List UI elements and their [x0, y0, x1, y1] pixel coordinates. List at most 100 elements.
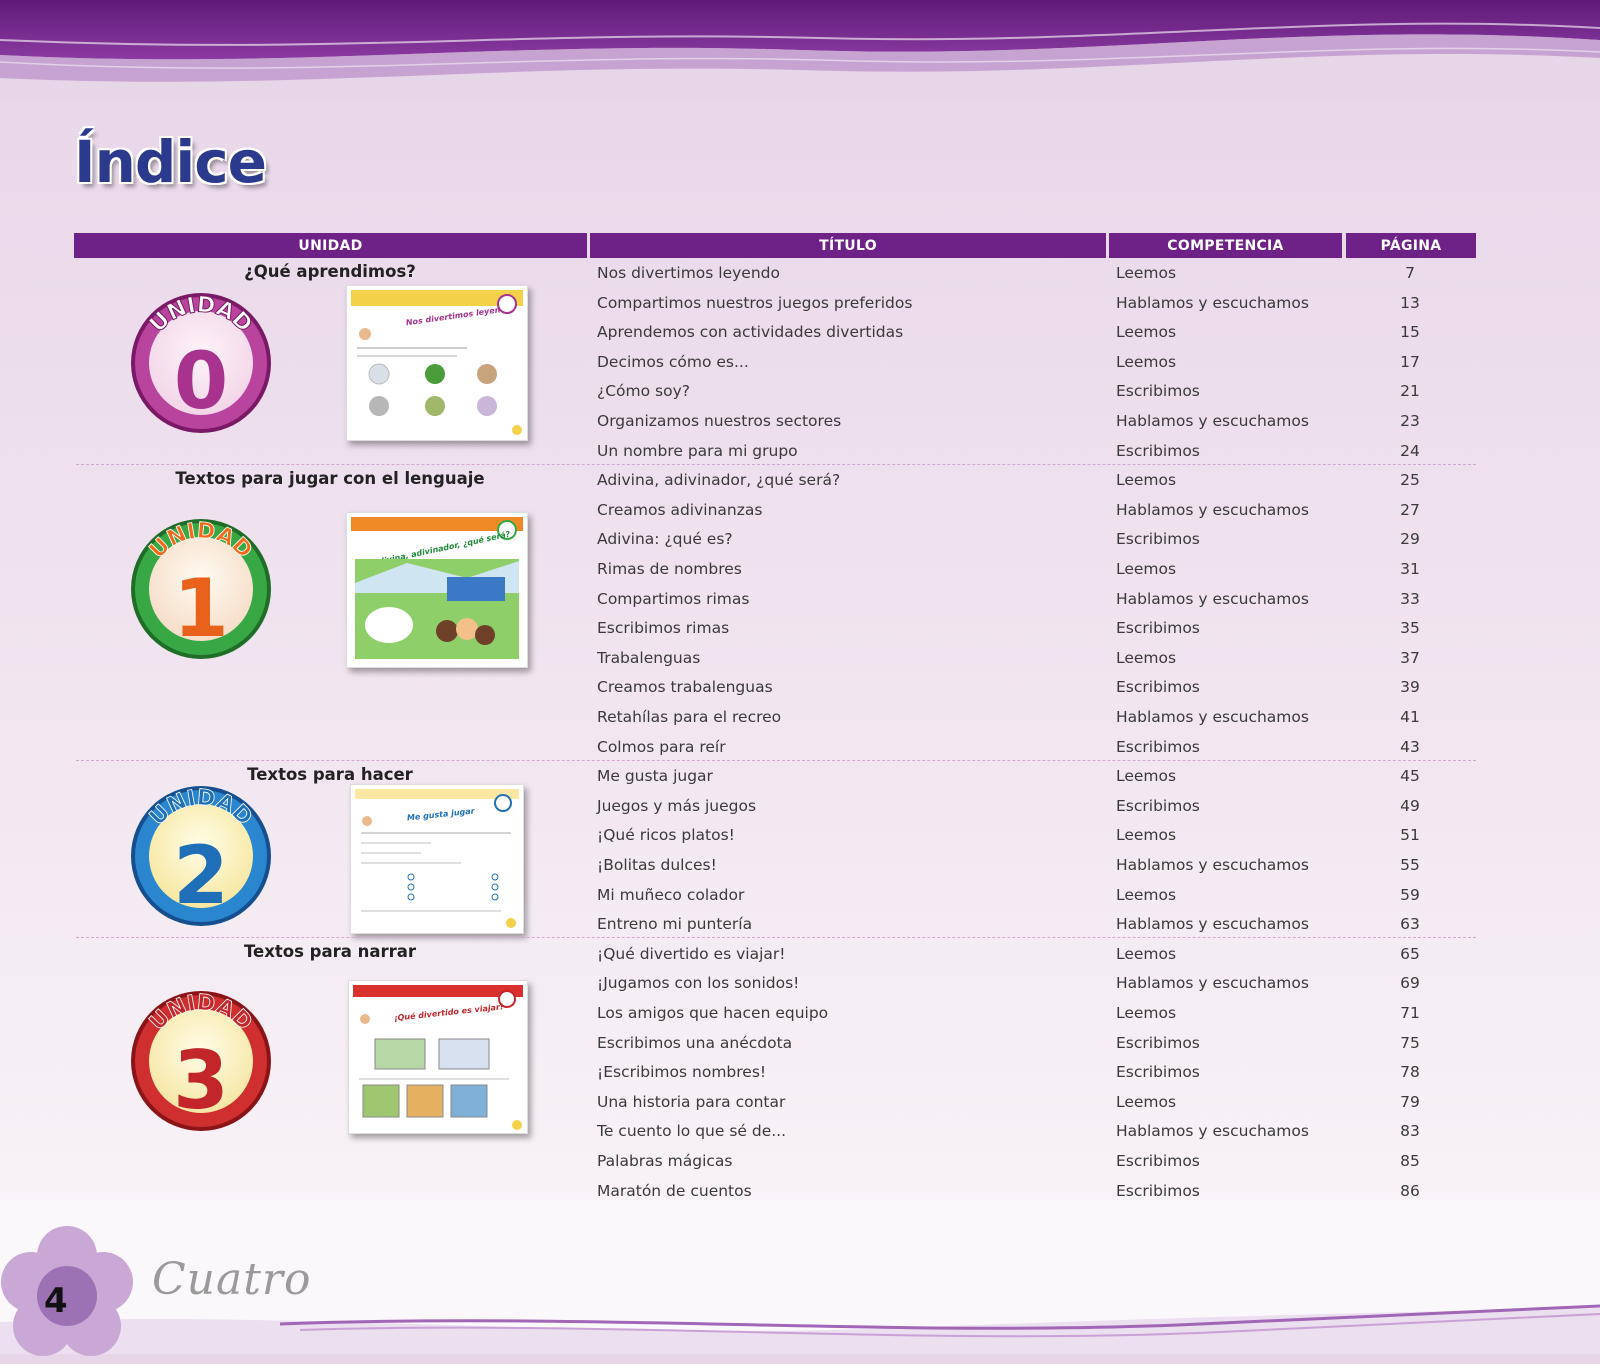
- row-pagina: 45: [1400, 767, 1420, 785]
- row-title: Trabalenguas: [597, 649, 701, 667]
- row-competencia: Hablamos y escuchamos: [1116, 708, 1309, 726]
- row-pagina: 39: [1400, 678, 1420, 696]
- row-title: Mi muñeco colador: [597, 886, 745, 904]
- row-competencia: Leemos: [1116, 353, 1177, 371]
- row-title: Compartimos nuestros juegos preferidos: [597, 294, 913, 312]
- row-competencia: Escribimos: [1116, 1063, 1200, 1081]
- row-title: Te cuento lo que sé de...: [597, 1122, 787, 1140]
- row-title: Entreno mi puntería: [597, 915, 753, 933]
- row-competencia: Hablamos y escuchamos: [1116, 915, 1309, 933]
- row-pagina: 7: [1405, 264, 1415, 282]
- row-title: ¡Jugamos con los sonidos!: [597, 974, 800, 992]
- row-competencia: Escribimos: [1116, 619, 1200, 637]
- row-competencia: Escribimos: [1116, 797, 1200, 815]
- row-title: Una historia para contar: [597, 1093, 786, 1111]
- row-title: ¡Escribimos nombres!: [597, 1063, 767, 1081]
- row-competencia: Leemos: [1116, 649, 1177, 667]
- row-competencia: Escribimos: [1116, 738, 1200, 756]
- row-competencia: Hablamos y escuchamos: [1116, 501, 1309, 519]
- row-pagina: 71: [1400, 1004, 1420, 1022]
- row-competencia: Leemos: [1116, 323, 1177, 341]
- row-competencia: Hablamos y escuchamos: [1116, 412, 1309, 430]
- row-competencia: Hablamos y escuchamos: [1116, 590, 1309, 608]
- row-pagina: 75: [1400, 1034, 1420, 1052]
- unit-badge-number: 1: [173, 562, 229, 655]
- row-pagina: 78: [1400, 1063, 1420, 1081]
- thumbnail-illustration: Me gusta jugar: [351, 785, 523, 933]
- row-title: Palabras mágicas: [597, 1152, 733, 1170]
- unit-badge-number: 3: [173, 1034, 229, 1127]
- row-competencia: Leemos: [1116, 767, 1177, 785]
- unit-1-badge: UNIDAD 1: [131, 518, 271, 659]
- unit-separator: [76, 464, 1476, 465]
- row-pagina: 15: [1400, 323, 1420, 341]
- row-competencia: Escribimos: [1116, 1034, 1200, 1052]
- row-pagina: 21: [1400, 382, 1420, 400]
- flower-icon: [1, 1226, 133, 1356]
- row-pagina: 43: [1400, 738, 1420, 756]
- row-pagina: 25: [1400, 471, 1420, 489]
- column-header-competencia: COMPETENCIA: [1109, 233, 1342, 258]
- row-title: Me gusta jugar: [597, 767, 713, 785]
- row-pagina: 85: [1400, 1152, 1420, 1170]
- row-pagina: 86: [1400, 1182, 1420, 1200]
- row-pagina: 33: [1400, 590, 1420, 608]
- column-header-titulo: TÍTULO: [590, 233, 1106, 258]
- unit-2-page-thumbnail: Me gusta jugar: [350, 784, 524, 934]
- row-title: Creamos trabalenguas: [597, 678, 773, 696]
- row-pagina: 31: [1400, 560, 1420, 578]
- page-number-word: Cuatro: [152, 1254, 312, 1305]
- row-title: Organizamos nuestros sectores: [597, 412, 842, 430]
- row-title: Un nombre para mi grupo: [597, 442, 798, 460]
- row-title: ¡Qué divertido es viajar!: [597, 945, 786, 963]
- row-competencia: Leemos: [1116, 945, 1177, 963]
- row-pagina: 63: [1400, 915, 1420, 933]
- row-title: Rimas de nombres: [597, 560, 742, 578]
- row-pagina: 17: [1400, 353, 1420, 371]
- row-title: ¡Bolitas dulces!: [597, 856, 717, 874]
- row-competencia: Escribimos: [1116, 1152, 1200, 1170]
- unit-3-page-thumbnail: ¡Qué divertido es viajar!: [348, 980, 528, 1134]
- row-pagina: 49: [1400, 797, 1420, 815]
- row-competencia: Escribimos: [1116, 530, 1200, 548]
- thumbnail-illustration: ¡Qué divertido es viajar!: [349, 981, 527, 1133]
- row-pagina: 55: [1400, 856, 1420, 874]
- unit-3-badge: UNIDAD 3: [131, 990, 271, 1131]
- row-competencia: Leemos: [1116, 560, 1177, 578]
- top-wave-banner: [0, 0, 1600, 100]
- row-pagina: 69: [1400, 974, 1420, 992]
- row-title: Escribimos una anécdota: [597, 1034, 793, 1052]
- thumbnail-illustration: Nos divertimos leyendo: [347, 286, 527, 440]
- column-header-pagina: PÁGINA: [1346, 233, 1476, 258]
- row-pagina: 29: [1400, 530, 1420, 548]
- unit-2-title: Textos para hacer: [247, 765, 413, 784]
- row-competencia: Leemos: [1116, 826, 1177, 844]
- row-title: Colmos para reír: [597, 738, 726, 756]
- unit-separator: [76, 760, 1476, 761]
- row-title: Escribimos rimas: [597, 619, 730, 637]
- row-title: Compartimos rimas: [597, 590, 750, 608]
- row-title: Juegos y más juegos: [597, 797, 757, 815]
- row-pagina: 37: [1400, 649, 1420, 667]
- unit-1-title: Textos para jugar con el lenguaje: [175, 469, 485, 488]
- row-competencia: Hablamos y escuchamos: [1116, 1122, 1309, 1140]
- unit-badge-number: 0: [174, 337, 228, 427]
- row-competencia: Leemos: [1116, 886, 1177, 904]
- row-competencia: Hablamos y escuchamos: [1116, 294, 1309, 312]
- unit-3-title: Textos para narrar: [243, 942, 417, 961]
- row-competencia: Leemos: [1116, 1004, 1177, 1022]
- page-number: 4: [44, 1281, 68, 1321]
- row-pagina: 65: [1400, 945, 1420, 963]
- row-title: Retahílas para el recreo: [597, 708, 782, 726]
- row-title: Creamos adivinanzas: [597, 501, 763, 519]
- row-pagina: 51: [1400, 826, 1420, 844]
- row-competencia: Leemos: [1116, 1093, 1177, 1111]
- unit-badge-number: 2: [173, 829, 229, 922]
- unit-1-page-thumbnail: Adivina, adivinador, ¿qué será?: [346, 512, 528, 668]
- row-title: Adivina, adivinador, ¿qué será?: [597, 471, 841, 489]
- unit-2-badge: UNIDAD 2: [131, 785, 271, 926]
- row-pagina: 59: [1400, 886, 1420, 904]
- row-pagina: 79: [1400, 1093, 1420, 1111]
- page-title: Índice: [74, 128, 267, 196]
- row-pagina: 24: [1400, 442, 1420, 460]
